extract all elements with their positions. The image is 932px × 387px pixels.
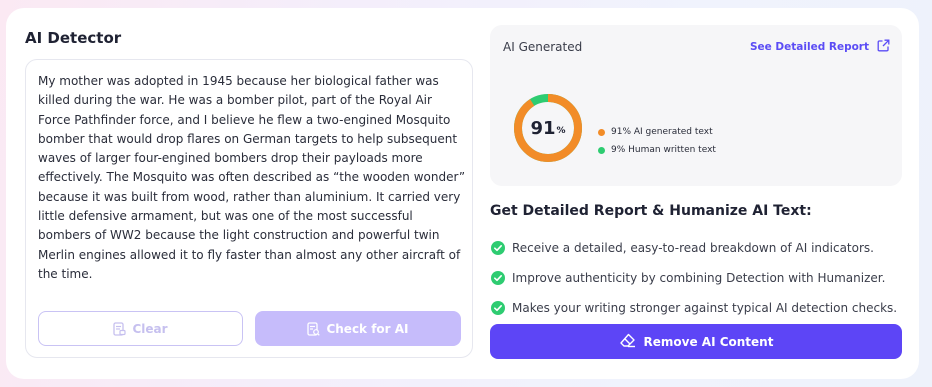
check-circle-icon	[491, 271, 505, 285]
result-panel: AI Generated See Detailed Report 91 % 91…	[490, 25, 902, 186]
feature-list: Receive a detailed, easy-to-read breakdo…	[491, 233, 897, 323]
input-text[interactable]: My mother was adopted in 1945 because he…	[38, 72, 466, 284]
ai-score: 91 %	[512, 92, 584, 164]
legend-label-human: 9% Human written text	[611, 145, 716, 155]
ai-detector-card: AI Detector My mother was adopted in 194…	[6, 8, 919, 379]
feature-text: Makes your writing stronger against typi…	[512, 301, 898, 315]
see-detailed-report-label: See Detailed Report	[749, 41, 869, 53]
document-eraser-icon	[113, 321, 127, 336]
legend-dot-human	[598, 146, 605, 154]
report-heading: Get Detailed Report & Humanize AI Text:	[490, 203, 812, 219]
score-legend: 91% AI generated text 9% Human written t…	[598, 123, 716, 159]
document-scan-icon	[307, 321, 321, 336]
remove-ai-content-button[interactable]: Remove AI Content	[490, 324, 902, 359]
legend-dot-ai	[598, 128, 605, 136]
clear-button-label: Clear	[132, 321, 168, 336]
remove-ai-content-label: Remove AI Content	[643, 334, 774, 349]
legend-label-ai: 91% AI generated text	[611, 127, 713, 137]
check-for-ai-button[interactable]: Check for AI	[255, 311, 461, 346]
check-circle-icon	[491, 301, 505, 315]
page-title: AI Detector	[25, 29, 122, 47]
external-link-icon	[877, 39, 890, 55]
feature-text: Receive a detailed, easy-to-read breakdo…	[512, 241, 874, 255]
legend-item-human: 9% Human written text	[598, 141, 716, 159]
feature-text: Improve authenticity by combining Detect…	[512, 271, 886, 285]
check-button-label: Check for AI	[326, 321, 409, 336]
ai-score-unit: %	[556, 126, 566, 136]
legend-item-ai: 91% AI generated text	[598, 123, 716, 141]
eraser-icon	[619, 333, 636, 351]
result-label: AI Generated	[503, 40, 583, 54]
feature-item: Receive a detailed, easy-to-read breakdo…	[491, 233, 897, 263]
clear-button[interactable]: Clear	[38, 311, 243, 346]
feature-item: Improve authenticity by combining Detect…	[491, 263, 897, 293]
text-input-area[interactable]: My mother was adopted in 1945 because he…	[25, 59, 473, 358]
feature-item: Makes your writing stronger against typi…	[491, 293, 897, 323]
ai-score-value: 91	[530, 117, 556, 139]
see-detailed-report-link[interactable]: See Detailed Report	[750, 39, 890, 55]
check-circle-icon	[491, 241, 505, 255]
